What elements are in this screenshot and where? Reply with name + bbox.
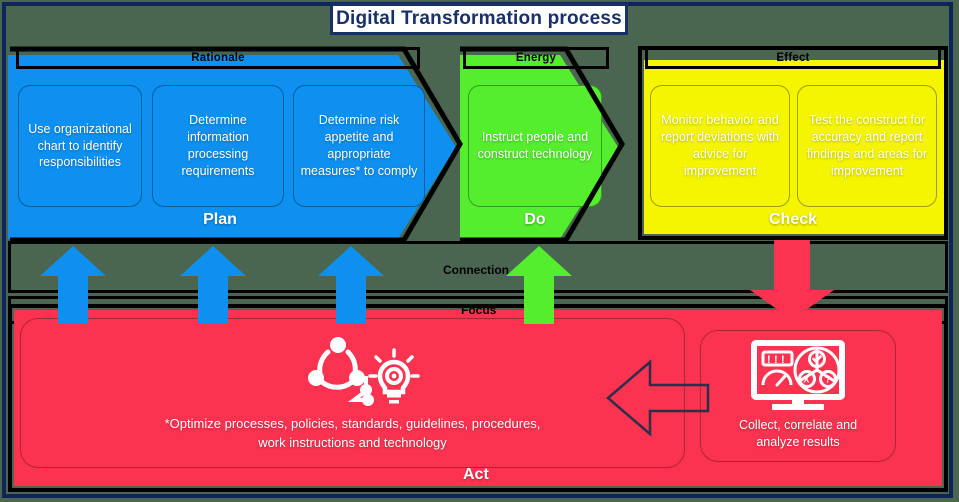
plan-card-1-text: Use organizational chart to identify res… [28, 121, 132, 170]
do-header-label: Energy [515, 52, 557, 64]
arrow-down-icon-check [750, 240, 834, 320]
svg-text:!: ! [781, 354, 785, 366]
plan-card-3[interactable]: Determine risk appetite and appropriate … [293, 85, 425, 207]
do-phase-label: Do [524, 211, 546, 228]
page-title-text: Digital Transformation process [336, 8, 622, 29]
svg-text:!: ! [767, 354, 771, 366]
network-lightbulb-icon [298, 334, 420, 408]
plan-card-3-text: Determine risk appetite and appropriate … [300, 113, 418, 178]
act-collect-line-2: analyze results [756, 435, 840, 449]
act-optimize-line-1: *Optimize processes, policies, standards… [164, 415, 541, 431]
plan-phase-label: Plan [203, 211, 237, 228]
focus-label: Focus [461, 303, 497, 317]
check-card-1-text: Monitor behavior and report deviations w… [660, 113, 780, 178]
check-header: Effect [645, 47, 941, 69]
page-title: Digital Transformation process [330, 3, 628, 35]
do-card-1-text: Instruct people and construct technology [477, 130, 593, 161]
digital-transformation-diagram: Rationale Use organizational chart to id… [0, 0, 959, 502]
act-collect-card[interactable]: !!! X ? Collect, correlate and analyze r… [700, 330, 896, 462]
connection-label: Connection [443, 263, 509, 277]
dashboard-monitor-icon: !!! X ? [750, 339, 846, 411]
plan-header-label: Rationale [191, 52, 245, 64]
check-card-2-text: Test the construct for accuracy and repo… [806, 113, 928, 178]
plan-header: Rationale [16, 47, 420, 69]
arrow-up-icon-plan-3 [318, 246, 384, 324]
arrow-up-icon-plan-1 [40, 246, 106, 324]
act-phase-label: Act [463, 466, 489, 483]
do-card-1[interactable]: Instruct people and construct technology [468, 85, 602, 207]
arrow-up-icon-plan-2 [180, 246, 246, 324]
plan-card-1[interactable]: Use organizational chart to identify res… [18, 85, 142, 207]
plan-card-2-text: Determine information processing require… [181, 113, 255, 178]
check-card-1[interactable]: Monitor behavior and report deviations w… [650, 85, 790, 207]
check-card-2[interactable]: Test the construct for accuracy and repo… [797, 85, 937, 207]
svg-text:!: ! [774, 354, 778, 366]
act-optimize-card[interactable]: *Optimize processes, policies, standards… [20, 318, 685, 468]
plan-card-2[interactable]: Determine information processing require… [152, 85, 284, 207]
do-header: Energy [463, 47, 609, 69]
act-optimize-line-2: work instructions and technology [258, 435, 447, 450]
act-collect-line-1: Collect, correlate and [738, 417, 858, 432]
svg-text:?: ? [825, 374, 831, 384]
arrow-left-icon [606, 358, 710, 438]
check-header-label: Effect [776, 52, 810, 64]
check-phase-label: Check [768, 211, 818, 228]
svg-text:X: X [803, 374, 809, 384]
arrow-up-icon-do [506, 246, 572, 324]
